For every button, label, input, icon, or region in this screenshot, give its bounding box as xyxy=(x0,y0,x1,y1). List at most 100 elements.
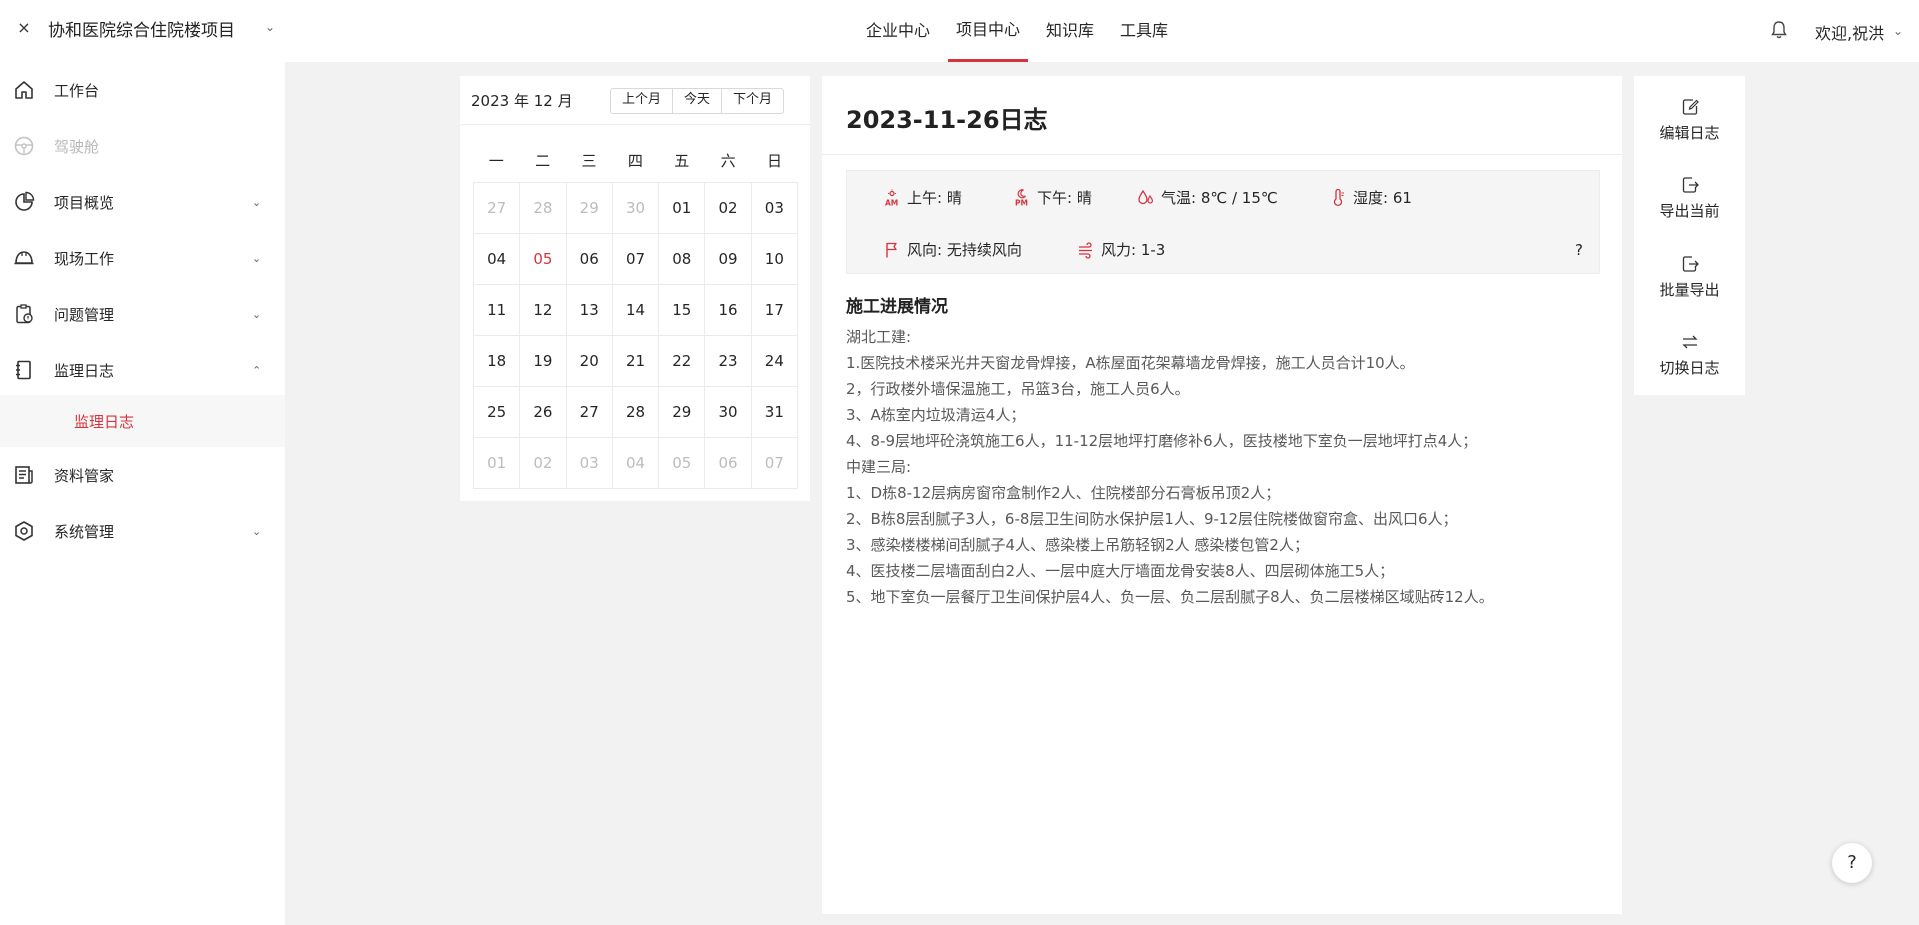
home-icon xyxy=(12,78,36,102)
calendar-day[interactable]: 11 xyxy=(474,285,521,336)
calendar-day[interactable]: 27 xyxy=(566,387,613,438)
calendar-day[interactable]: 04 xyxy=(474,234,521,285)
calendar-day[interactable]: 20 xyxy=(566,336,613,387)
calendar-day[interactable]: 17 xyxy=(751,285,798,336)
log-line: 1、D栋8-12层病房窗帘盒制作2人、住院楼部分石膏板吊顶2人； xyxy=(846,484,1281,502)
sidebar-item-label: 问题管理 xyxy=(54,305,115,324)
calendar-day[interactable]: 23 xyxy=(705,336,752,387)
switch-icon xyxy=(1681,333,1699,351)
calendar-day[interactable]: 05 xyxy=(659,438,706,489)
action-label: 导出当前 xyxy=(1659,202,1720,220)
weather-wind-direction: 风向: 无持续风向 xyxy=(883,239,1022,260)
log-line: 2、B栋8层刮腻子3人，6-8层卫生间防水保护层1人、9-12层住院楼做窗帘盒、… xyxy=(846,510,1458,528)
sidebar-item-issue-management[interactable]: 问题管理 ⌄ xyxy=(0,288,285,340)
log-content: 湖北工建: 1.医院技术楼采光井天窗龙骨焊接，A栋屋面花架幕墙龙骨焊接，施工人员合… xyxy=(846,324,1606,610)
calendar-day[interactable]: 15 xyxy=(659,285,706,336)
calendar-day[interactable]: 30 xyxy=(612,183,660,234)
export-current-button[interactable]: 导出当前 xyxy=(1634,154,1745,232)
nav-tool-library[interactable]: 工具库 xyxy=(1112,0,1176,62)
top-nav: 企业中心 项目中心 知识库 工具库 xyxy=(858,0,1186,62)
calendar-day[interactable]: 31 xyxy=(751,387,798,438)
chevron-down-icon: ⌄ xyxy=(252,195,262,209)
calendar-day[interactable]: 09 xyxy=(705,234,752,285)
calendar-day[interactable]: 14 xyxy=(612,285,660,336)
calendar-day[interactable]: 03 xyxy=(751,183,798,234)
flag-icon xyxy=(883,241,901,259)
sidebar-item-system-management[interactable]: 系统管理 ⌄ xyxy=(0,505,285,557)
divider xyxy=(460,124,810,125)
calendar-day[interactable]: 21 xyxy=(612,336,660,387)
project-selector[interactable]: 协和医院综合住院楼项目 xyxy=(48,16,235,41)
weather-pm-text: 下午: 晴 xyxy=(1037,189,1092,207)
calendar-day[interactable]: 06 xyxy=(705,438,752,489)
edit-log-button[interactable]: 编辑日志 xyxy=(1634,76,1745,154)
nav-project-center[interactable]: 项目中心 xyxy=(948,0,1029,62)
calendar-day[interactable]: 06 xyxy=(566,234,613,285)
today-button[interactable]: 今天 xyxy=(673,89,723,113)
action-panel: 编辑日志 导出当前 批量导出 切换日志 xyxy=(1634,76,1745,395)
weekday-label: 三 xyxy=(581,152,597,170)
close-icon[interactable]: × xyxy=(16,18,32,37)
pie-chart-icon xyxy=(12,190,36,214)
next-month-button[interactable]: 下个月 xyxy=(722,89,783,113)
calendar-day[interactable]: 08 xyxy=(659,234,706,285)
calendar-day[interactable]: 02 xyxy=(705,183,752,234)
calendar-day[interactable]: 05 xyxy=(520,234,567,285)
calendar-day[interactable]: 07 xyxy=(612,234,660,285)
batch-export-button[interactable]: 批量导出 xyxy=(1634,233,1745,311)
sidebar-item-workbench[interactable]: 工作台 xyxy=(0,64,285,116)
sidebar-item-label: 工作台 xyxy=(54,81,100,100)
settings-hex-icon xyxy=(12,519,36,543)
calendar-day[interactable]: 02 xyxy=(520,438,567,489)
weather-help-button[interactable]: ? xyxy=(1575,241,1583,259)
weekday-label: 二 xyxy=(535,152,551,170)
sidebar-item-label: 资料管家 xyxy=(54,466,115,485)
sidebar-item-label: 系统管理 xyxy=(54,522,115,541)
calendar-day[interactable]: 29 xyxy=(566,183,613,234)
calendar-day[interactable]: 07 xyxy=(751,438,798,489)
batch-export-icon xyxy=(1681,255,1699,273)
calendar-day[interactable]: 03 xyxy=(566,438,613,489)
sidebar-item-document-manager[interactable]: 资料管家 xyxy=(0,449,285,501)
calendar-day[interactable]: 24 xyxy=(751,336,798,387)
calendar-day[interactable]: 27 xyxy=(474,183,521,234)
calendar-day[interactable]: 25 xyxy=(474,387,521,438)
calendar-day[interactable]: 19 xyxy=(520,336,567,387)
weather-temperature-text: 气温: 8℃ / 15℃ xyxy=(1161,189,1278,207)
calendar-day[interactable]: 10 xyxy=(751,234,798,285)
calendar-day[interactable]: 13 xyxy=(566,285,613,336)
sidebar-item-cockpit[interactable]: 驾驶舱 xyxy=(0,120,285,172)
nav-enterprise-center[interactable]: 企业中心 xyxy=(858,0,938,62)
calendar-day[interactable]: 18 xyxy=(474,336,521,387)
calendar-day[interactable]: 12 xyxy=(520,285,567,336)
calendar-day[interactable]: 01 xyxy=(659,183,706,234)
newspaper-icon xyxy=(12,463,36,487)
sidebar-item-site-work[interactable]: 现场工作 ⌄ xyxy=(0,232,285,284)
calendar-day[interactable]: 16 xyxy=(705,285,752,336)
nav-knowledge-base[interactable]: 知识库 xyxy=(1038,0,1102,62)
calendar-grid: 27 28 29 30 01 02 03 04 05 06 07 08 09 10 11 12 13 14 15 16… xyxy=(473,182,798,489)
sidebar-item-supervision-log[interactable]: 监理日志 ⌃ xyxy=(0,344,285,396)
log-line: 湖北工建: xyxy=(846,328,912,346)
sidebar: 工作台 驾驶舱 项目概览 ⌄ 现场工作 ⌄ 问题管理 ⌄ 监理日志 ⌃ 监理日志… xyxy=(0,62,285,925)
bell-icon[interactable] xyxy=(1770,20,1788,40)
help-button[interactable]: ? xyxy=(1832,843,1872,883)
chevron-down-icon[interactable]: ⌄ xyxy=(265,20,275,34)
edit-icon xyxy=(1681,98,1699,116)
calendar-day[interactable]: 29 xyxy=(659,387,706,438)
calendar-day[interactable]: 22 xyxy=(659,336,706,387)
calendar-panel: 2023 年 12 月 上个月 今天 下个月 一二三四五六日 27 28 29 30 0… xyxy=(460,76,810,501)
calendar-day[interactable]: 28 xyxy=(612,387,660,438)
calendar-day[interactable]: 26 xyxy=(520,387,567,438)
prev-month-button[interactable]: 上个月 xyxy=(611,89,674,113)
sidebar-item-project-overview[interactable]: 项目概览 ⌄ xyxy=(0,176,285,228)
calendar-day[interactable]: 30 xyxy=(705,387,752,438)
weather-temperature: 气温: 8℃ / 15℃ xyxy=(1137,187,1278,208)
sidebar-subitem-supervision-log[interactable]: 监理日志 xyxy=(0,395,285,447)
user-menu[interactable]: 欢迎,祝洪 xyxy=(1815,20,1884,44)
chevron-down-icon[interactable]: ⌄ xyxy=(1893,24,1903,38)
switch-log-button[interactable]: 切换日志 xyxy=(1634,311,1745,389)
calendar-day[interactable]: 01 xyxy=(474,438,521,489)
calendar-day[interactable]: 04 xyxy=(612,438,660,489)
calendar-day[interactable]: 28 xyxy=(520,183,567,234)
